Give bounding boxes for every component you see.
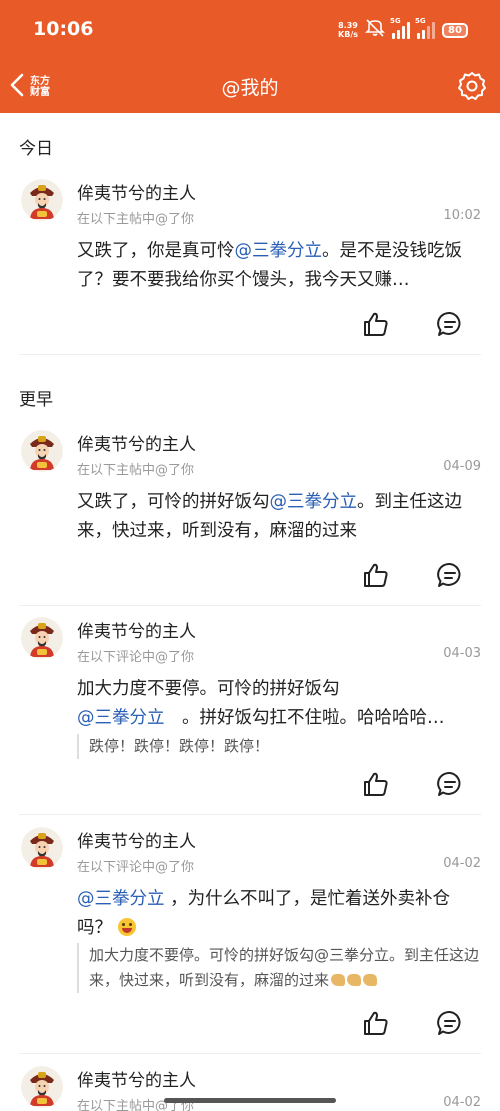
username[interactable]: 侔夷节兮的主人	[77, 179, 196, 204]
mention-item[interactable]: 侔夷节兮的主人 在以下主帖中@了你 04-02	[0, 1066, 500, 1111]
mention-item[interactable]: 侔夷节兮的主人 在以下主帖中@了你 04-09 又跌了，可怜的拼好饭勾@三拳分立…	[0, 430, 500, 600]
thumbs-up-icon	[362, 310, 390, 338]
thumbs-up-icon	[362, 770, 390, 798]
comment-icon	[436, 561, 464, 589]
mention-item[interactable]: 侔夷节兮的主人 在以下主帖中@了你 10:02 又跌了，你是真可怜@三拳分立。是…	[0, 179, 500, 349]
timestamp: 04-02	[443, 856, 481, 871]
mention-link[interactable]: @三拳分立	[77, 889, 165, 909]
timestamp: 04-03	[443, 646, 481, 661]
mention-link[interactable]: @三拳分立	[77, 708, 165, 728]
comment-icon	[436, 310, 464, 338]
like-button[interactable]	[362, 561, 390, 589]
mention-item[interactable]: 侔夷节兮的主人 在以下评论中@了你 04-02 @三拳分立 ，为什么不叫了，是忙…	[0, 827, 500, 1037]
user-avatar[interactable]	[21, 179, 63, 221]
post-content[interactable]: 又跌了，可怜的拼好饭勾@三拳分立。到主任这边来，快过来，听到没有，麻溜的过来	[77, 488, 483, 546]
post-content[interactable]: 加大力度不要停。可怜的拼好饭勾 @三拳分立 。拼好饭勾扛不住啦。哈哈哈哈…	[77, 675, 483, 733]
post-content[interactable]: @三拳分立 ，为什么不叫了，是忙着送外卖补仓吗？	[77, 885, 483, 943]
mention-item[interactable]: 侔夷节兮的主人 在以下评论中@了你 04-03 加大力度不要停。可怜的拼好饭勾 @…	[0, 617, 500, 812]
thumbs-up-icon	[362, 1009, 390, 1037]
status-time: 10:06	[33, 18, 94, 40]
divider	[19, 1053, 481, 1054]
item-actions	[300, 770, 500, 798]
sim1-label: 5G	[390, 17, 401, 25]
mention-link[interactable]: @三拳分立	[270, 492, 358, 512]
comment-button[interactable]	[436, 1009, 464, 1037]
user-avatar[interactable]	[21, 827, 63, 869]
item-actions	[300, 310, 500, 338]
clapping-hands-icon	[331, 974, 346, 986]
app-header: 10:06 8.39 KB/s 5G 5G 80 东方 财富 @我的	[0, 0, 500, 113]
clapping-hands-icon	[363, 974, 378, 986]
comment-button[interactable]	[436, 770, 464, 798]
username[interactable]: 侔夷节兮的主人	[77, 827, 196, 852]
username[interactable]: 侔夷节兮的主人	[77, 430, 196, 455]
mention-context: 在以下主帖中@了你	[77, 212, 195, 227]
timestamp: 04-09	[443, 459, 481, 474]
username[interactable]: 侔夷节兮的主人	[77, 1066, 196, 1091]
status-bar: 10:06 8.39 KB/s 5G 5G 80	[0, 0, 500, 60]
mention-context: 在以下主帖中@了你	[77, 463, 195, 478]
divider	[19, 814, 481, 815]
mention-link[interactable]: @三拳分立	[235, 241, 323, 261]
network-speed: 8.39 KB/s	[338, 21, 358, 39]
settings-button[interactable]	[456, 70, 488, 102]
like-button[interactable]	[362, 310, 390, 338]
like-button[interactable]	[362, 1009, 390, 1037]
item-actions	[300, 561, 500, 589]
comment-icon	[436, 1009, 464, 1037]
user-avatar[interactable]	[21, 617, 63, 659]
quoted-text: 加大力度不要停。可怜的拼好饭勾@三拳分立。到主任这边来，快过来，听到没有，麻溜的…	[77, 943, 483, 993]
divider	[19, 354, 481, 355]
timestamp: 04-02	[443, 1095, 481, 1110]
mention-context: 在以下评论中@了你	[77, 860, 195, 875]
net-speed-value: 8.39	[338, 21, 358, 30]
comment-button[interactable]	[436, 561, 464, 589]
page-title: @我的	[221, 77, 279, 99]
sim2-label: 5G	[415, 17, 426, 25]
clapping-hands-icon	[347, 974, 362, 986]
username[interactable]: 侔夷节兮的主人	[77, 617, 196, 642]
gear-icon	[456, 72, 488, 106]
post-content[interactable]: 又跌了，你是真可怜@三拳分立。是不是没钱吃饭了？要不要我给你买个馒头，我今天又赚…	[77, 237, 483, 295]
mute-vibrate-icon	[365, 19, 385, 41]
divider	[19, 605, 481, 606]
user-avatar[interactable]	[21, 430, 63, 472]
comment-icon	[436, 770, 464, 798]
nav-bar: 东方 财富 @我的	[0, 60, 500, 113]
quoted-text: 跌停！跌停！跌停！跌停！	[77, 734, 483, 759]
comment-button[interactable]	[436, 310, 464, 338]
section-earlier: 更早	[19, 390, 53, 410]
item-actions	[300, 1009, 500, 1037]
battery-indicator: 80	[442, 22, 468, 38]
grinning-emoji-icon	[117, 918, 136, 936]
section-today: 今日	[19, 139, 53, 159]
user-avatar[interactable]	[21, 1066, 63, 1108]
home-indicator[interactable]	[164, 1098, 336, 1103]
signal-sim1-icon: 5G	[390, 17, 410, 39]
mention-context: 在以下评论中@了你	[77, 650, 195, 665]
signal-sim2-icon: 5G	[415, 17, 435, 39]
net-speed-unit: KB/s	[338, 30, 358, 39]
thumbs-up-icon	[362, 561, 390, 589]
like-button[interactable]	[362, 770, 390, 798]
timestamp: 10:02	[443, 208, 481, 223]
status-icons: 8.39 KB/s 5G 5G 80	[338, 17, 468, 42]
